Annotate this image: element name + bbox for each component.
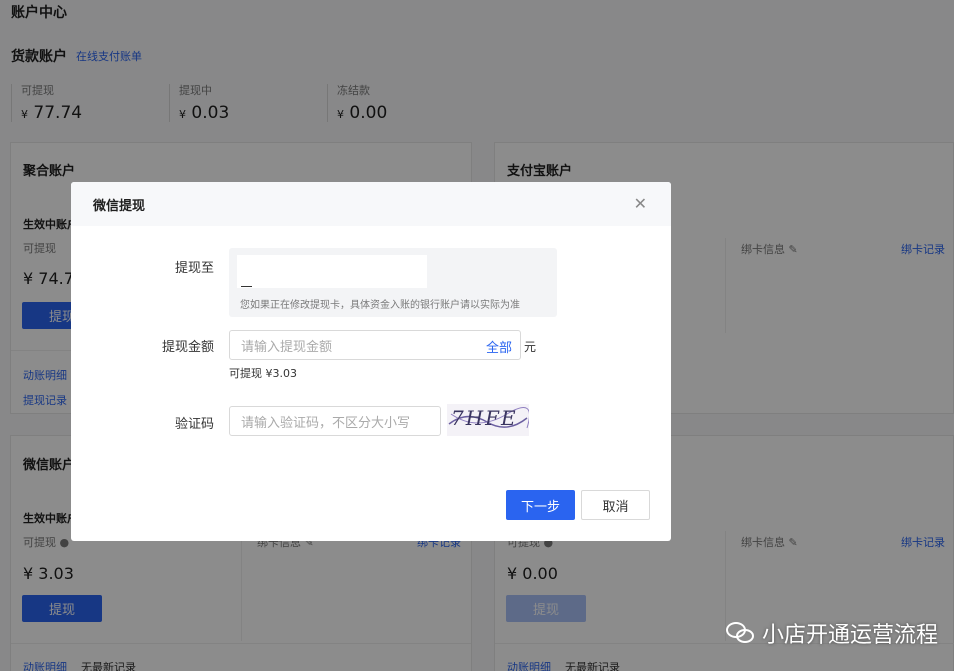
all-button[interactable]: 全部: [486, 337, 512, 356]
dialog-title: 微信提现: [93, 198, 146, 214]
captcha-image[interactable]: 7HFE: [447, 404, 529, 436]
close-icon[interactable]: ✕: [634, 194, 647, 213]
amount-placeholder: 请输入提现金额: [241, 339, 333, 355]
captcha-input[interactable]: 请输入验证码，不区分大小写: [229, 406, 441, 436]
withdraw-to-panel: 您如果正在修改提现卡，具体资金入账的银行账户请以实际为准: [229, 248, 557, 317]
watermark-text: 小店开通运营流程: [761, 623, 938, 648]
withdraw-to-label: 提现至: [174, 261, 214, 276]
dialog-header: 微信提现 ✕: [71, 182, 671, 226]
captcha-text: 7HFE: [451, 406, 518, 430]
amount-label: 提现金额: [161, 340, 214, 355]
wechat-icon: [725, 620, 756, 646]
masked-dash: [241, 286, 252, 287]
amount-unit: 元: [524, 340, 537, 354]
withdraw-to-note: 您如果正在修改提现卡，具体资金入账的银行账户请以实际为准: [240, 300, 520, 311]
captcha-placeholder: 请输入验证码，不区分大小写: [241, 415, 411, 431]
amount-input[interactable]: 请输入提现金额 全部: [229, 330, 521, 360]
captcha-label: 验证码: [174, 417, 214, 432]
cancel-button[interactable]: 取消: [581, 490, 650, 520]
available-hint: 可提现 ¥3.03: [229, 367, 297, 380]
next-button[interactable]: 下一步: [506, 490, 575, 520]
watermark: 小店开通运营流程: [725, 617, 938, 649]
wechat-withdraw-dialog: 微信提现 ✕ 提现至 您如果正在修改提现卡，具体资金入账的银行账户请以实际为准 …: [71, 182, 671, 541]
masked-bank-account: [237, 255, 427, 288]
